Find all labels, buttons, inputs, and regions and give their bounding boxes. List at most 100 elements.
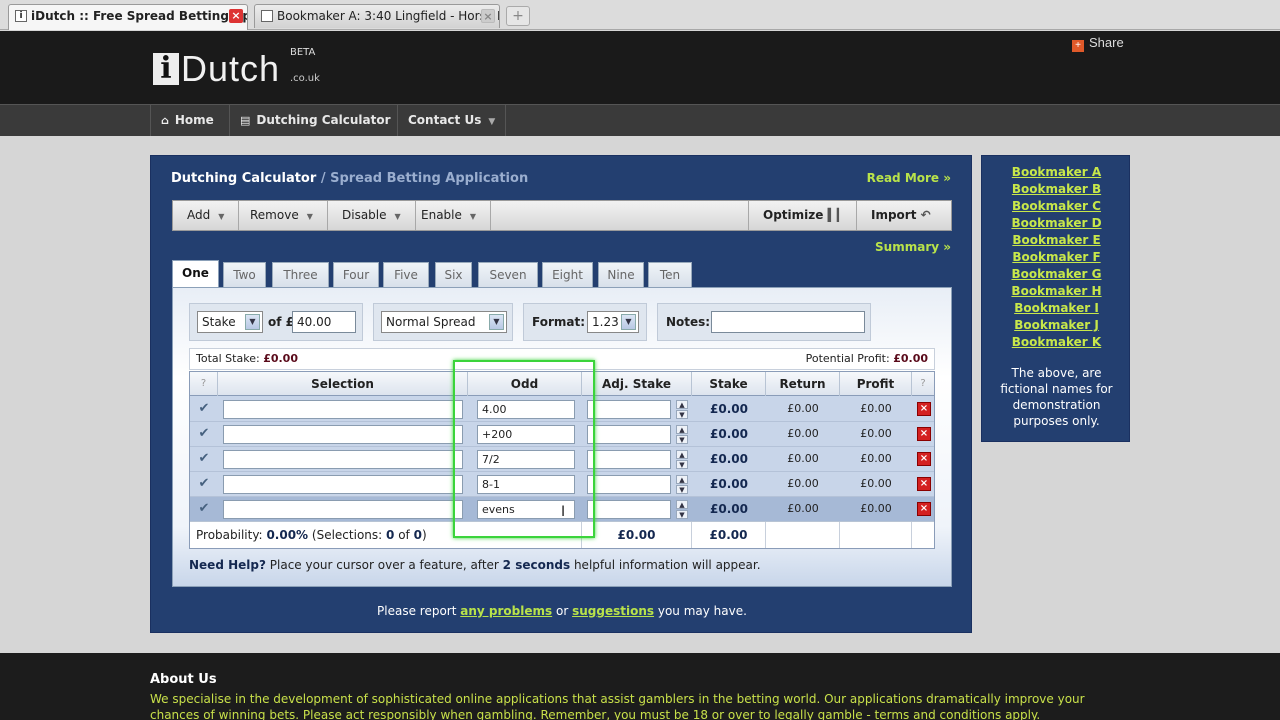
- tab-five[interactable]: Five: [383, 262, 429, 287]
- suggestions-link[interactable]: suggestions: [572, 604, 654, 618]
- tab-two[interactable]: Two: [223, 262, 266, 287]
- adj-stake-input[interactable]: [587, 400, 671, 419]
- arrow-down-icon[interactable]: ▼: [676, 460, 688, 469]
- share-label: Share: [1089, 35, 1124, 50]
- new-tab-button[interactable]: +: [506, 6, 530, 26]
- selection-input[interactable]: [223, 425, 463, 444]
- adj-stake-stepper[interactable]: ▲ ▼: [676, 400, 688, 419]
- arrow-up-icon[interactable]: ▲: [676, 475, 688, 484]
- bookmaker-a-link[interactable]: Bookmaker A: [982, 164, 1131, 181]
- checkmark-icon[interactable]: ✔: [196, 501, 212, 517]
- bookmaker-c-link[interactable]: Bookmaker C: [982, 198, 1131, 215]
- arrow-down-icon[interactable]: ▼: [676, 435, 688, 444]
- bookmaker-j-link[interactable]: Bookmaker J: [982, 317, 1131, 334]
- selection-input[interactable]: [223, 450, 463, 469]
- help-text: Need Help? Place your cursor over a feat…: [189, 558, 761, 572]
- notes-input[interactable]: [711, 311, 865, 333]
- optimize-button[interactable]: Optimize ▍▎: [748, 201, 856, 230]
- stake-total-value: £0.00: [709, 528, 748, 542]
- optimize-label: Optimize: [763, 208, 824, 222]
- delete-row-icon[interactable]: ×: [917, 452, 931, 466]
- adj-stake-input[interactable]: [587, 500, 671, 519]
- nav-dutching-calculator[interactable]: ▤ Dutching Calculator: [229, 105, 401, 136]
- bookmaker-k-link[interactable]: Bookmaker K: [982, 334, 1131, 351]
- checkmark-icon[interactable]: ✔: [196, 426, 212, 442]
- delete-row-icon[interactable]: ×: [917, 502, 931, 516]
- adj-stake-stepper[interactable]: ▲ ▼: [676, 500, 688, 519]
- any-problems-link[interactable]: any problems: [460, 604, 552, 618]
- adj-stake-input[interactable]: [587, 425, 671, 444]
- summary-link[interactable]: Summary »: [875, 240, 951, 254]
- delete-row-icon[interactable]: ×: [917, 427, 931, 441]
- adj-stake-input[interactable]: [587, 450, 671, 469]
- bookmaker-h-link[interactable]: Bookmaker H: [982, 283, 1131, 300]
- nav-calculator-label: Dutching Calculator: [256, 113, 391, 127]
- stake-type-select[interactable]: Stake ▼: [197, 311, 263, 333]
- close-tab-icon[interactable]: ×: [481, 9, 495, 23]
- bookmaker-i-link[interactable]: Bookmaker I: [982, 300, 1131, 317]
- tab-seven[interactable]: Seven: [478, 262, 538, 287]
- delete-row-icon[interactable]: ×: [917, 402, 931, 416]
- browser-tab-bookmaker[interactable]: Bookmaker A: 3:40 Lingfield - Horse Race…: [254, 4, 500, 28]
- bookmaker-b-link[interactable]: Bookmaker B: [982, 181, 1131, 198]
- tab-one[interactable]: One: [172, 260, 219, 288]
- delete-row-icon[interactable]: ×: [917, 477, 931, 491]
- selection-input[interactable]: [223, 400, 463, 419]
- help-lead: Need Help?: [189, 558, 266, 572]
- remove-label: Remove: [250, 208, 299, 222]
- selection-input[interactable]: [223, 475, 463, 494]
- checkmark-icon[interactable]: ✔: [196, 451, 212, 467]
- stake-amount-input[interactable]: 40.00: [292, 311, 356, 333]
- bookmaker-e-link[interactable]: Bookmaker E: [982, 232, 1131, 249]
- arrow-down-icon[interactable]: ▼: [676, 510, 688, 519]
- selection-input[interactable]: [223, 500, 463, 519]
- notes-control-group: Notes:: [657, 303, 871, 341]
- help-column-icon[interactable]: ?: [190, 372, 218, 396]
- share-button[interactable]: + Share: [1072, 35, 1124, 52]
- arrow-up-icon[interactable]: ▲: [676, 450, 688, 459]
- close-tab-icon[interactable]: ×: [229, 9, 243, 23]
- read-more-link[interactable]: Read More »: [867, 171, 951, 185]
- import-button[interactable]: Import ↶: [856, 201, 952, 230]
- notes-label: Notes:: [666, 315, 711, 329]
- adj-stake-stepper[interactable]: ▲ ▼: [676, 475, 688, 494]
- arrow-up-icon[interactable]: ▲: [676, 425, 688, 434]
- spread-type-select[interactable]: Normal Spread ▼: [381, 311, 507, 333]
- potential-profit: Potential Profit: £0.00: [806, 349, 928, 369]
- add-button[interactable]: Add ▼: [173, 201, 240, 230]
- potential-profit-value: £0.00: [893, 352, 928, 365]
- adj-stake-stepper[interactable]: ▲ ▼: [676, 450, 688, 469]
- nav-contact-us[interactable]: Contact Us ▼: [397, 105, 507, 136]
- arrow-down-icon[interactable]: ▼: [676, 485, 688, 494]
- site-footer: About Us We specialise in the developmen…: [0, 653, 1280, 720]
- checkmark-icon[interactable]: ✔: [196, 476, 212, 492]
- odd-column-highlight: [453, 360, 595, 538]
- adj-stake-stepper[interactable]: ▲ ▼: [676, 425, 688, 444]
- bookmaker-d-link[interactable]: Bookmaker D: [982, 215, 1131, 232]
- tab-six[interactable]: Six: [435, 262, 472, 287]
- remove-button[interactable]: Remove ▼: [236, 201, 328, 230]
- bookmaker-f-link[interactable]: Bookmaker F: [982, 249, 1131, 266]
- tab-eight[interactable]: Eight: [542, 262, 593, 287]
- help-column-icon[interactable]: ?: [912, 372, 934, 396]
- nav-home[interactable]: ⌂ Home: [150, 105, 224, 136]
- bookmaker-g-link[interactable]: Bookmaker G: [982, 266, 1131, 283]
- arrow-up-icon[interactable]: ▲: [676, 500, 688, 509]
- adj-stake-input[interactable]: [587, 475, 671, 494]
- arrow-up-icon[interactable]: ▲: [676, 400, 688, 409]
- format-select[interactable]: 1.23 ▼: [587, 311, 639, 333]
- calculator-panel: Dutching Calculator / Spread Betting App…: [150, 155, 972, 633]
- tab-four[interactable]: Four: [333, 262, 379, 287]
- selections-of: of: [398, 528, 410, 542]
- checkmark-icon[interactable]: ✔: [196, 401, 212, 417]
- chevron-down-icon: ▼: [394, 212, 401, 221]
- tab-ten[interactable]: Ten: [648, 262, 692, 287]
- arrow-down-icon[interactable]: ▼: [676, 410, 688, 419]
- enable-button[interactable]: Enable ▼: [407, 201, 492, 230]
- tab-nine[interactable]: Nine: [598, 262, 644, 287]
- report-text-3: you may have.: [657, 604, 747, 618]
- disable-button[interactable]: Disable ▼: [328, 201, 416, 230]
- tab-three[interactable]: Three: [272, 262, 329, 287]
- browser-tab-idutch[interactable]: i iDutch :: Free Spread Betting App... ×: [8, 4, 248, 30]
- return-value: £0.00: [787, 452, 819, 465]
